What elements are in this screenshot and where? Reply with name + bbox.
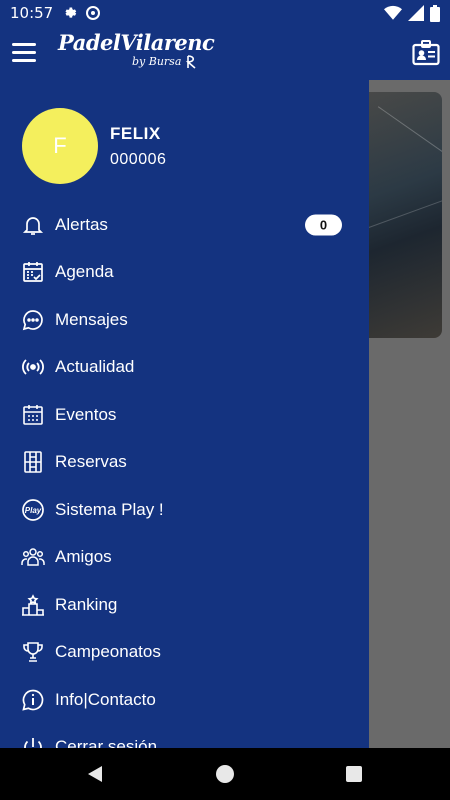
menu-item-amigos[interactable]: Amigos: [0, 534, 369, 582]
drawer-menu: Alertas 0 Agenda Mensajes Actualidad Eve…: [0, 201, 369, 748]
battery-icon: [430, 4, 440, 22]
status-time: 10:57: [10, 4, 54, 22]
broadcast-icon: [22, 359, 44, 375]
data-saver-icon: [86, 6, 101, 20]
calendar-check-icon: [23, 262, 43, 283]
hamburger-menu-icon[interactable]: [12, 43, 36, 63]
signal-icon: [408, 5, 424, 21]
brand-name: PadelVilarenc: [58, 30, 215, 55]
user-name: FELIX: [110, 124, 161, 143]
menu-item-label: Agenda: [55, 262, 114, 282]
menu-item-cerrar-sesion[interactable]: Cerrar sesión: [0, 724, 369, 748]
member-card-icon[interactable]: [412, 40, 440, 66]
user-id: 000006: [110, 151, 167, 168]
menu-item-label: Campeonatos: [55, 642, 161, 662]
chat-bubble-icon: [22, 309, 43, 330]
menu-item-label: Eventos: [55, 404, 117, 424]
menu-item-campeonatos[interactable]: Campeonatos: [0, 629, 369, 677]
menu-item-label: Cerrar sesión: [55, 737, 158, 748]
menu-item-label: Actualidad: [55, 357, 135, 377]
menu-item-label: Info|Contacto: [55, 689, 156, 709]
home-icon[interactable]: [216, 765, 234, 783]
svg-text:Play: Play: [25, 506, 42, 515]
play-badge-icon: Play: [22, 498, 44, 521]
court-icon: [24, 451, 42, 474]
system-nav-bar: [0, 748, 450, 800]
navigation-drawer: F FELIX 000006 Alertas 0 Agenda Mensajes…: [0, 80, 369, 748]
bell-icon: [22, 216, 44, 235]
menu-item-label: Sistema Play !: [55, 499, 164, 519]
recents-icon[interactable]: [346, 766, 362, 782]
brand-logo: PadelVilarenc by Bursa: [58, 30, 215, 69]
brand-sub: by Bursa: [132, 54, 197, 70]
settings-icon: [65, 7, 77, 18]
menu-item-info-contacto[interactable]: Info|Contacto: [0, 676, 369, 724]
menu-item-ranking[interactable]: Ranking: [0, 581, 369, 629]
menu-item-label: Alertas: [55, 214, 108, 234]
menu-item-reservas[interactable]: Reservas: [0, 439, 369, 487]
calendar-grid-icon: [23, 404, 43, 425]
menu-item-sistema-play[interactable]: Play Sistema Play !: [0, 486, 369, 534]
power-icon: [24, 738, 42, 748]
wifi-icon: [384, 5, 402, 20]
status-bar: 10:57: [0, 0, 450, 26]
menu-item-label: Reservas: [55, 452, 127, 472]
menu-item-mensajes[interactable]: Mensajes: [0, 296, 369, 344]
avatar[interactable]: F: [22, 108, 98, 184]
screen: 10:57 PadelVilarenc by Bursa F FELIX 000…: [0, 0, 450, 800]
app-bar: PadelVilarenc by Bursa: [0, 26, 450, 80]
menu-item-agenda[interactable]: Agenda: [0, 249, 369, 297]
menu-item-eventos[interactable]: Eventos: [0, 391, 369, 439]
menu-item-actualidad[interactable]: Actualidad: [0, 344, 369, 392]
trophy-icon: [23, 642, 43, 663]
menu-item-label: Mensajes: [55, 309, 128, 329]
podium-icon: [22, 593, 44, 616]
group-icon: [21, 548, 45, 566]
menu-item-label: Ranking: [55, 594, 118, 614]
menu-item-alertas[interactable]: Alertas 0: [0, 201, 369, 249]
info-icon: [22, 689, 44, 711]
alerts-count-badge: 0: [305, 214, 342, 236]
menu-item-label: Amigos: [55, 547, 112, 567]
back-icon[interactable]: [86, 765, 104, 783]
